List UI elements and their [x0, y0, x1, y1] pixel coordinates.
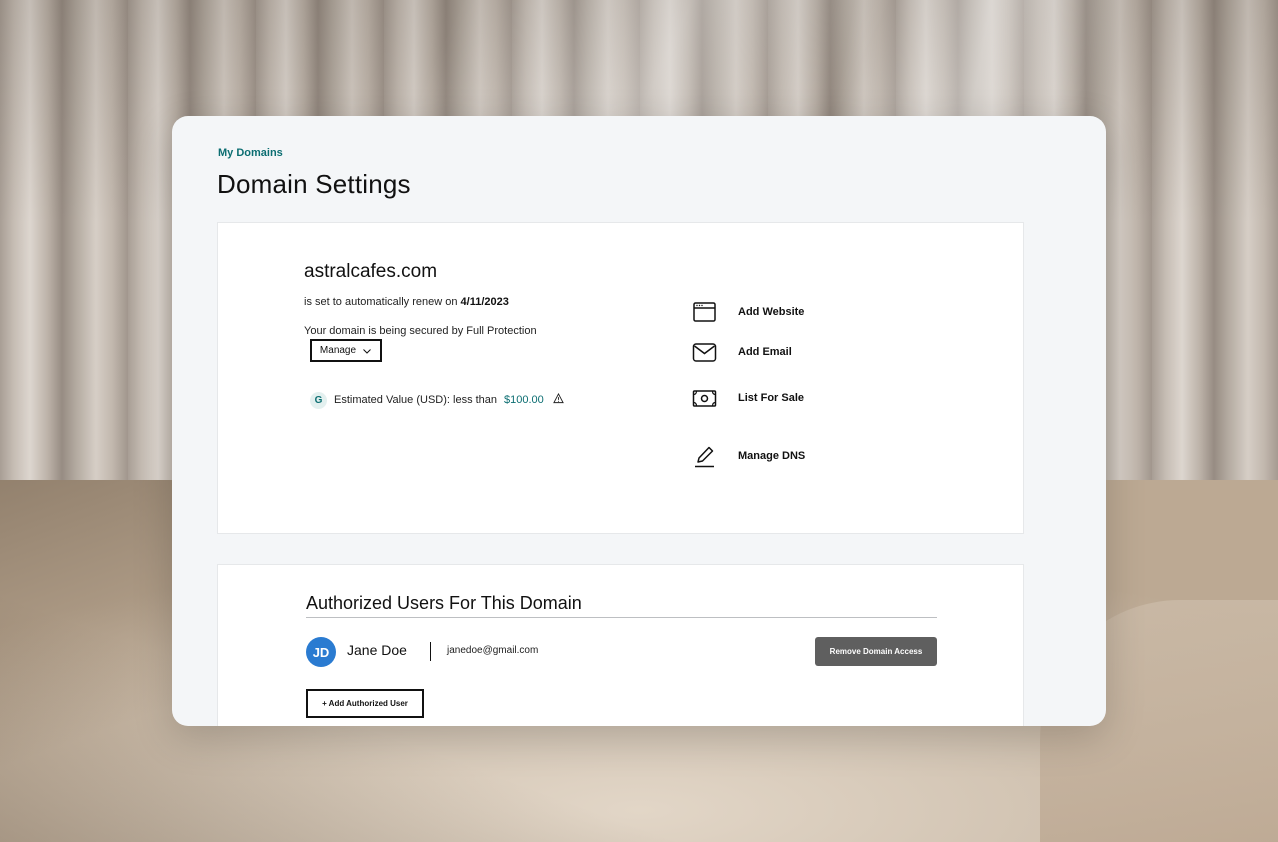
add-email-action[interactable]: Add Email — [692, 339, 892, 365]
domain-settings-window: My Domains Domain Settings astralcafes.c… — [172, 116, 1106, 726]
section-divider — [306, 617, 937, 618]
chevron-down-icon — [363, 348, 371, 354]
protection-info: Your domain is being secured by Full Pro… — [304, 325, 537, 337]
authorized-users-title: Authorized Users For This Domain — [306, 593, 582, 613]
manage-dns-label: Manage DNS — [738, 450, 806, 462]
manage-dns-action[interactable]: Manage DNS — [692, 443, 892, 469]
add-email-label: Add Email — [738, 346, 792, 358]
add-website-label: Add Website — [738, 306, 805, 318]
banknote-icon — [692, 389, 717, 407]
warning-triangle-icon[interactable] — [552, 393, 564, 404]
appraisal-g-icon: G — [310, 391, 327, 409]
authorized-users-card: Authorized Users For This Domain JD Jane… — [217, 564, 1024, 726]
breadcrumb-my-domains[interactable]: My Domains — [218, 147, 283, 159]
user-separator — [430, 642, 431, 661]
domain-name: astralcafes.com — [304, 261, 438, 282]
manage-button-label: Manage — [319, 345, 357, 356]
browser-window-icon — [693, 301, 716, 322]
add-authorized-user-button[interactable]: + Add Authorized User — [306, 689, 424, 718]
renewal-info: is set to automatically renew on 4/11/20… — [304, 296, 509, 308]
pencil-icon — [695, 446, 714, 467]
estimated-value-row: G Estimated Value (USD): less than $100.… — [310, 391, 564, 409]
estimated-value-label: Estimated Value (USD): less than — [334, 394, 498, 406]
avatar: JD — [306, 637, 336, 667]
renewal-date: 4/11/2023 — [460, 296, 509, 308]
page-title: Domain Settings — [217, 169, 411, 199]
remove-domain-access-button[interactable]: Remove Domain Access — [815, 637, 937, 666]
estimated-value-amount[interactable]: $100.00 — [504, 394, 544, 406]
list-for-sale-action[interactable]: List For Sale — [692, 385, 892, 411]
user-name: Jane Doe — [347, 642, 407, 658]
user-email: janedoe@gmail.com — [447, 645, 539, 656]
manage-protection-button[interactable]: Manage — [310, 339, 382, 362]
add-website-action[interactable]: Add Website — [692, 299, 892, 325]
envelope-icon — [692, 342, 717, 362]
renewal-text: is set to automatically renew on — [304, 296, 458, 308]
list-for-sale-label: List For Sale — [738, 392, 805, 404]
domain-overview-card: astralcafes.com is set to automatically … — [217, 222, 1024, 534]
